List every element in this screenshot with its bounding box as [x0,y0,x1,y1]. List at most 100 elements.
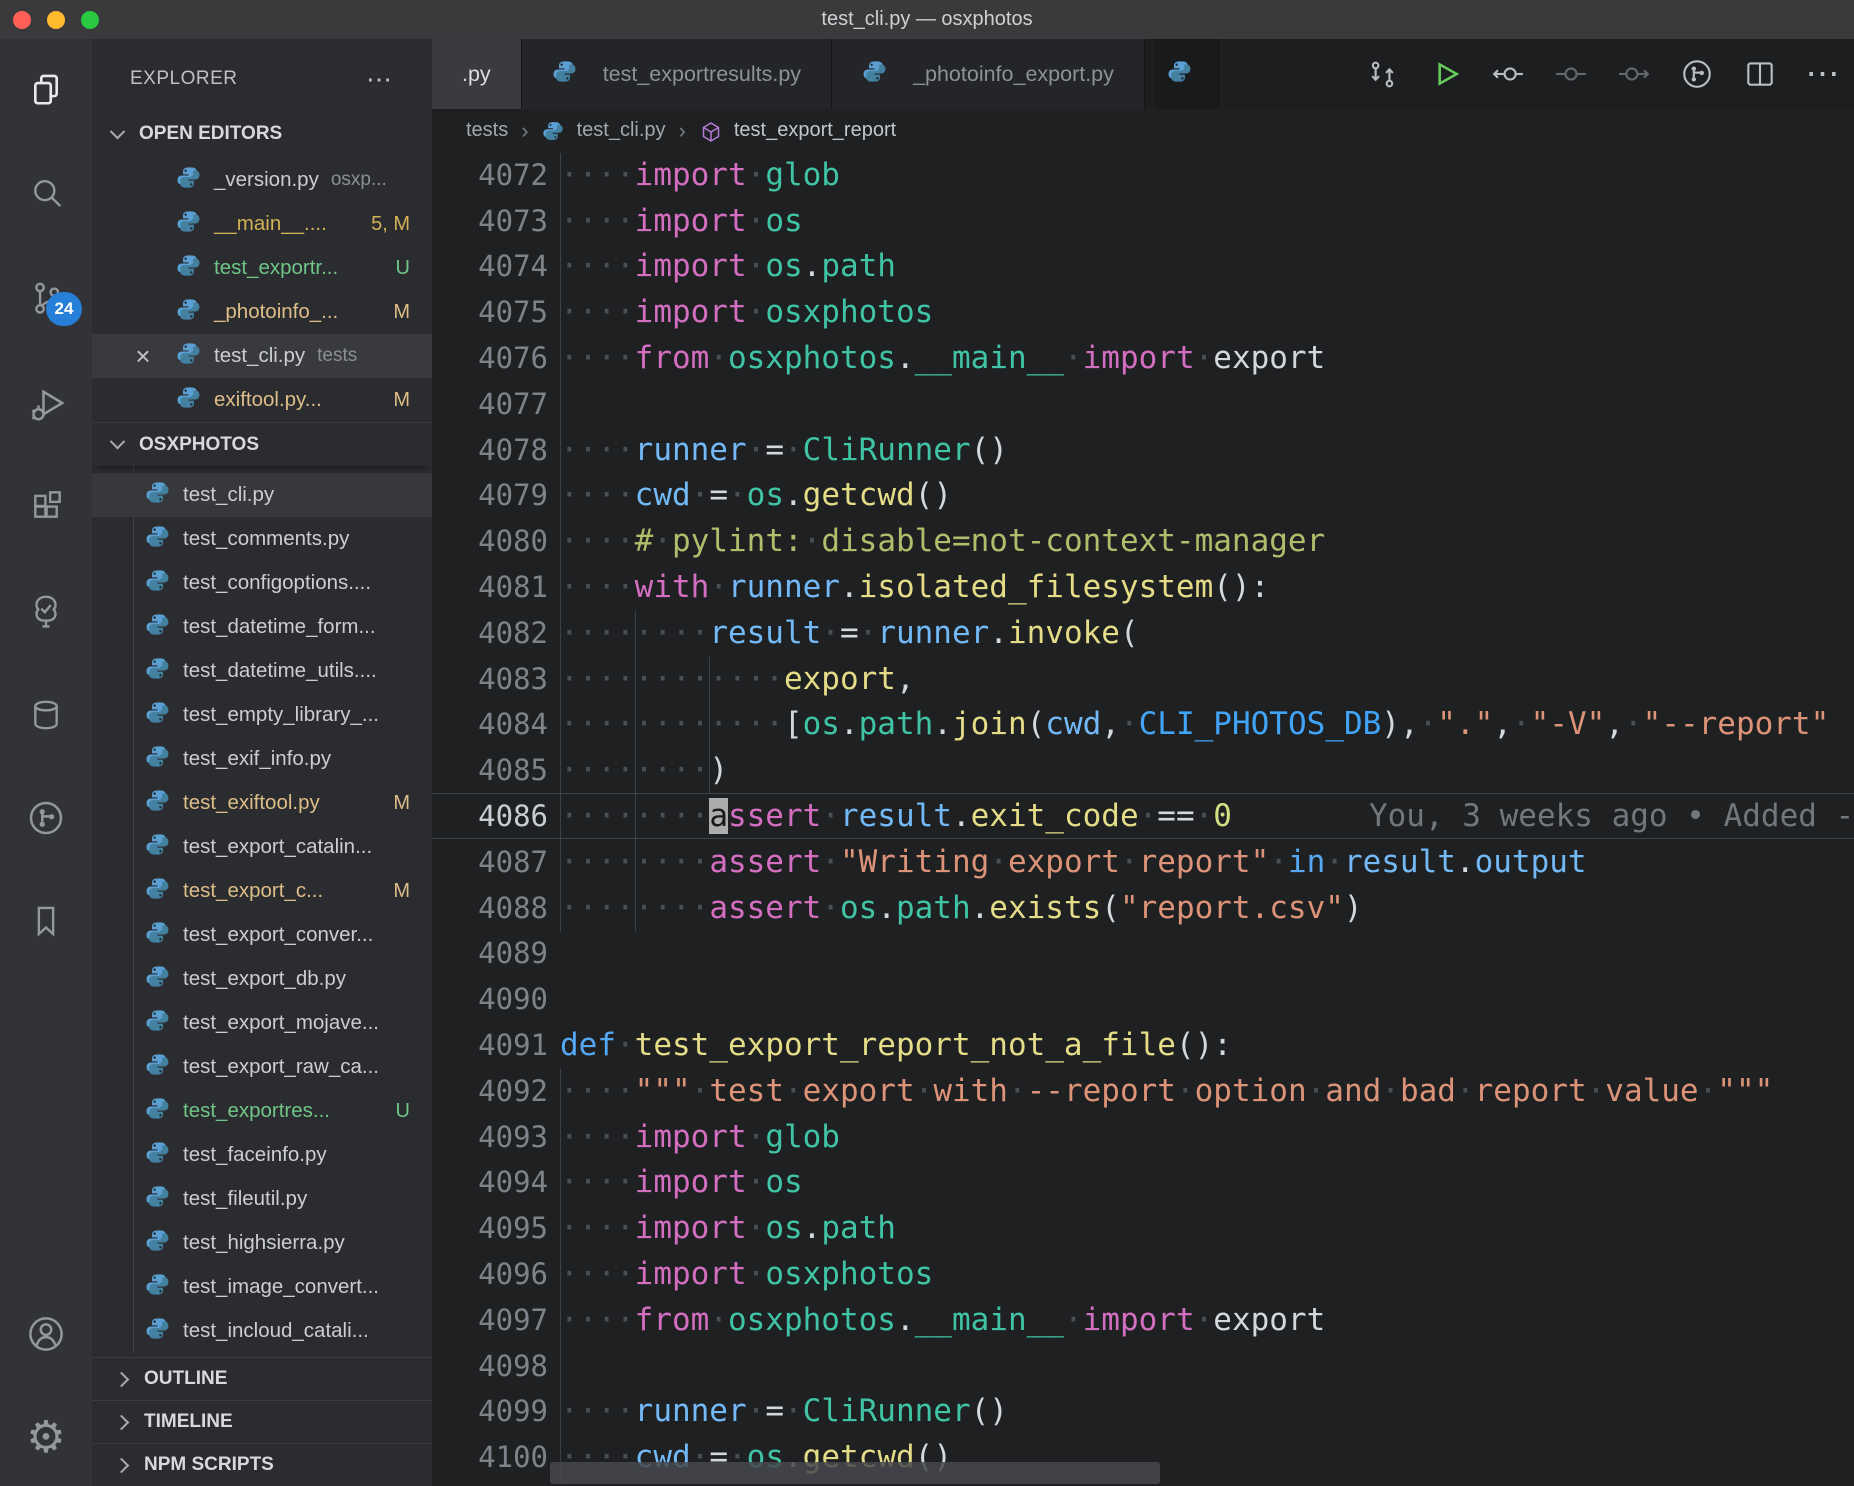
step-out-icon[interactable] [1617,57,1651,91]
tree-item[interactable]: test_highsierra.py [92,1221,432,1265]
line-number[interactable]: 4099 [432,1394,548,1428]
tree-item[interactable]: test_image_convert... [92,1265,432,1309]
code-line[interactable]: 4095····import·os.path [432,1205,1854,1251]
line-number[interactable]: 4094 [432,1165,548,1199]
code-line[interactable]: 4081····with·runner.isolated_filesystem(… [432,564,1854,610]
line-number[interactable]: 4093 [432,1120,548,1154]
code-line[interactable]: 4077 [432,381,1854,427]
line-number[interactable]: 4082 [432,616,548,650]
open-editor-item[interactable]: _photoinfo_...M [92,290,432,334]
line-number[interactable]: 4096 [432,1257,548,1291]
bookmark-icon[interactable] [0,886,92,956]
code-line[interactable]: 4080····#·pylint:·disable=not-context-ma… [432,518,1854,564]
line-number[interactable]: 4098 [432,1349,548,1383]
tree-item[interactable]: test_export_c...M [92,869,432,913]
line-number[interactable]: 4097 [432,1303,548,1337]
search-icon[interactable] [0,158,92,228]
close-icon[interactable]: × [128,334,158,378]
line-number[interactable]: 4078 [432,433,548,467]
tree-item[interactable]: test_export_raw_ca... [92,1045,432,1089]
line-number[interactable]: 4079 [432,478,548,512]
line-number[interactable]: 4072 [432,158,548,192]
tree-item[interactable]: test_export_conver... [92,913,432,957]
breadcrumb-file[interactable]: test_cli.py [577,119,666,142]
line-number[interactable]: 4090 [432,982,548,1016]
line-number[interactable]: 4077 [432,387,548,421]
code-line[interactable]: 4092····"""·test·export·with·--report·op… [432,1068,1854,1114]
tree-item[interactable]: test_empty_library_... [92,693,432,737]
code-line[interactable]: 4082········result·=·runner.invoke( [432,610,1854,656]
code-line[interactable]: 4072····import·glob [432,152,1854,198]
line-number[interactable]: 4075 [432,295,548,329]
compare-changes-icon[interactable] [1365,57,1399,91]
line-number[interactable]: 4084 [432,707,548,741]
line-number[interactable]: 4091 [432,1028,548,1062]
source-control-icon[interactable]: 24 [0,262,92,332]
step-back-icon[interactable] [1491,57,1525,91]
code-editor[interactable]: 4072····import·glob4073····import·os4074… [432,152,1854,1486]
run-debug-icon[interactable] [0,368,92,438]
line-number[interactable]: 4073 [432,204,548,238]
breadcrumb-folder[interactable]: tests [466,119,508,142]
line-number[interactable]: 4076 [432,341,548,375]
line-number[interactable]: 4088 [432,891,548,925]
code-line[interactable]: 4096····import·osxphotos [432,1251,1854,1297]
run-python-file-icon[interactable] [1428,57,1462,91]
code-line[interactable]: 4091def·test_export_report_not_a_file(): [432,1022,1854,1068]
code-line[interactable]: 4098 [432,1343,1854,1389]
tab--py[interactable]: .py [432,39,522,109]
database-icon[interactable] [0,680,92,750]
open-editor-item[interactable]: __main__....5, M [92,202,432,246]
tree-item[interactable]: test_exportres...U [92,1089,432,1133]
settings-gear-icon[interactable]: ⚙ [0,1403,92,1473]
open-editors-header[interactable]: OPEN EDITORS [92,112,432,156]
code-line[interactable]: 4097····from·osxphotos.__main__·import·e… [432,1297,1854,1343]
code-line[interactable]: 4090 [432,976,1854,1022]
open-editor-item[interactable]: test_exportr...U [92,246,432,290]
code-line[interactable]: 4084············[os.path.join(cwd,·CLI_P… [432,702,1854,748]
tree-item[interactable]: test_configoptions.... [92,561,432,605]
account-icon[interactable] [0,1299,92,1369]
tab-python-icon-only[interactable] [1155,39,1219,109]
open-editor-item[interactable]: _version.pyosxp... [92,158,432,202]
tree-item[interactable]: test_comments.py [92,517,432,561]
code-line[interactable]: 4076····from·osxphotos.__main__·import·e… [432,335,1854,381]
tree-item[interactable]: test_export_db.py [92,957,432,1001]
code-line[interactable]: 4083············export, [432,656,1854,702]
line-number[interactable]: 4086 [432,799,548,833]
tree-item[interactable]: test_exiftool.pyM [92,781,432,825]
code-line[interactable]: 4086········assert·result.exit_code·==·0… [432,793,1854,839]
code-line[interactable]: 4094····import·os [432,1160,1854,1206]
git-graph-icon[interactable] [0,783,92,853]
open-editor-item[interactable]: ×test_cli.pytests [92,334,432,378]
line-number[interactable]: 4085 [432,753,548,787]
tree-item[interactable]: test_exif_info.py [92,737,432,781]
extensions-icon[interactable] [0,471,92,541]
line-number[interactable]: 4089 [432,936,548,970]
tree-item[interactable]: test_incloud_catali... [92,1309,432,1353]
npm-scripts-panel[interactable]: NPM SCRIPTS [92,1443,432,1486]
code-line[interactable]: 4089 [432,931,1854,977]
code-line[interactable]: 4085········) [432,747,1854,793]
code-line[interactable]: 4088········assert·os.path.exists("repor… [432,885,1854,931]
tab-test-exportresults-py[interactable]: test_exportresults.py [522,39,832,109]
more-actions-icon[interactable]: ⋯ [1806,57,1840,91]
tree-item[interactable]: test_cli.py [92,473,432,517]
outline-panel[interactable]: OUTLINE [92,1357,432,1400]
explorer-icon[interactable] [0,54,92,124]
timeline-panel[interactable]: TIMELINE [92,1400,432,1443]
step-over-icon[interactable] [1554,57,1588,91]
tree-item[interactable]: test_datetime_utils.... [92,649,432,693]
tree-item[interactable]: test_export_catalin... [92,825,432,869]
line-number[interactable]: 4081 [432,570,548,604]
code-line[interactable]: 4074····import·os.path [432,244,1854,290]
tree-item[interactable]: test_faceinfo.py [92,1133,432,1177]
git-graph-toolbar-icon[interactable] [1680,57,1714,91]
tree-item[interactable]: test_export_mojave... [92,1001,432,1045]
line-number[interactable]: 4095 [432,1211,548,1245]
sidebar-more-actions[interactable]: ⋯ [366,59,394,99]
line-number[interactable]: 4087 [432,845,548,879]
line-number[interactable]: 4092 [432,1074,548,1108]
code-line[interactable]: 4078····runner·=·CliRunner() [432,427,1854,473]
line-number[interactable]: 4074 [432,249,548,283]
